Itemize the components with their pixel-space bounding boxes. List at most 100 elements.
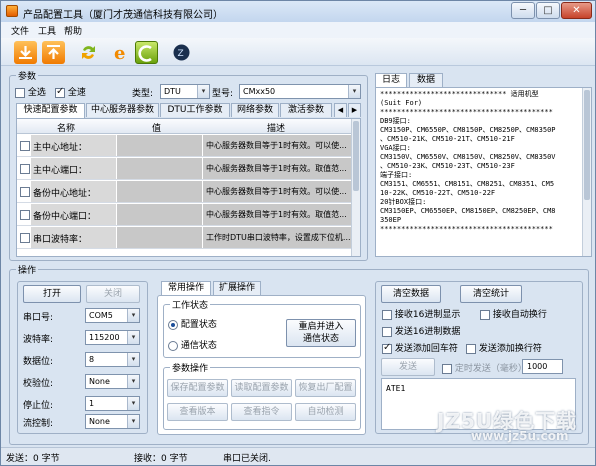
chevron-down-icon: ▾ bbox=[127, 397, 139, 410]
comm-state-radio[interactable]: 通信状态 bbox=[168, 338, 217, 351]
row-value[interactable] bbox=[117, 227, 202, 248]
log-line: 350EP bbox=[380, 216, 402, 224]
tab-scroll-left[interactable]: ◀ bbox=[334, 103, 347, 117]
log-line: DB9接口: bbox=[380, 117, 411, 125]
flow-select[interactable]: None ▾ bbox=[85, 414, 140, 429]
clear-stats-button[interactable]: 清空统计 bbox=[460, 285, 522, 303]
row-name: 串口波特率： bbox=[31, 227, 116, 248]
chevron-down-icon: ▾ bbox=[197, 85, 209, 98]
grid-scrollbar[interactable] bbox=[351, 119, 360, 256]
ie-icon[interactable]: e bbox=[109, 41, 132, 64]
clear-data-button[interactable]: 清空数据 bbox=[381, 285, 441, 303]
tab-network[interactable]: 网络参数 bbox=[231, 103, 279, 117]
close-port-button[interactable]: 关闭 bbox=[86, 285, 140, 303]
status-sent: 发送：0 字节 bbox=[6, 454, 60, 464]
tab-center-server[interactable]: 中心服务器参数 bbox=[86, 103, 159, 117]
svg-text:Z: Z bbox=[178, 49, 184, 59]
row-value[interactable] bbox=[117, 204, 202, 225]
col-value: 值 bbox=[152, 124, 162, 134]
svg-text:e: e bbox=[114, 43, 125, 64]
hex-recv-label: 接收16进制显示 bbox=[394, 310, 461, 320]
table-row[interactable]: 备份中心地址： 中心服务器数目等于1时有效。可以使... bbox=[17, 181, 353, 203]
read-config-button[interactable]: 读取配置参数 bbox=[231, 379, 292, 397]
log-panel[interactable]: ****************************** 适用机型 (Sui… bbox=[375, 87, 592, 257]
tab-log[interactable]: 日志 bbox=[375, 73, 407, 88]
active-mode-icon[interactable] bbox=[135, 41, 158, 64]
row-value[interactable] bbox=[117, 158, 202, 179]
restart-comm-button[interactable]: 重启并进入 通信状态 bbox=[286, 319, 356, 347]
row-checkbox[interactable] bbox=[20, 141, 30, 151]
row-checkbox[interactable] bbox=[20, 210, 30, 220]
hex-send-checkbox[interactable]: 发送16进制数据 bbox=[382, 324, 460, 337]
close-button[interactable]: ✕ bbox=[561, 2, 592, 19]
menu-bar: 文件 工具 帮助 bbox=[1, 22, 595, 38]
about-icon[interactable]: Z bbox=[170, 41, 193, 64]
model-select[interactable]: CMxx50 ▾ bbox=[239, 84, 361, 99]
chevron-down-icon: ▾ bbox=[127, 415, 139, 428]
save-config-button[interactable]: 保存配置参数 bbox=[167, 379, 228, 397]
port-select[interactable]: COM5 ▾ bbox=[85, 308, 140, 323]
log-line: ****************************************… bbox=[380, 225, 553, 233]
row-value[interactable] bbox=[117, 181, 202, 202]
select-all-checkbox[interactable]: 全选 bbox=[15, 85, 46, 98]
import-icon[interactable] bbox=[14, 41, 37, 64]
table-row[interactable]: 串口波特率： 工作时DTU串口波特率，设置成下位机... bbox=[17, 227, 353, 249]
type-value: DTU bbox=[164, 87, 181, 96]
tab-common-ops[interactable]: 常用操作 bbox=[161, 281, 211, 296]
minimize-button[interactable]: ─ bbox=[511, 2, 535, 19]
tab-scroll-right[interactable]: ▶ bbox=[348, 103, 361, 117]
parity-select[interactable]: None ▾ bbox=[85, 374, 140, 389]
add-cr-checkbox[interactable]: 发送添加回车符 bbox=[382, 341, 458, 354]
refresh-icon[interactable] bbox=[77, 41, 100, 64]
type-select[interactable]: DTU ▾ bbox=[160, 84, 210, 99]
databits-select[interactable]: 8 ▾ bbox=[85, 352, 140, 367]
row-checkbox[interactable] bbox=[20, 233, 30, 243]
log-line: 端子接口: bbox=[380, 171, 413, 179]
hex-recv-checkbox[interactable]: 接收16进制显示 bbox=[382, 307, 460, 320]
auto-detect-button[interactable]: 自动检测 bbox=[295, 403, 356, 421]
table-row[interactable]: 主中心端口： 中心服务器数目等于1时有效。取值范... bbox=[17, 158, 353, 180]
timed-send-checkbox[interactable]: 定时发送（毫秒） bbox=[442, 361, 527, 374]
tab-extended-ops[interactable]: 扩展操作 bbox=[213, 281, 261, 295]
table-row[interactable]: 备份中心端口： 中心服务器数目等于1时有效。取值范... bbox=[17, 204, 353, 226]
tab-quick-config[interactable]: 快速配置参数 bbox=[16, 103, 85, 118]
row-value[interactable] bbox=[117, 135, 202, 156]
menu-tools[interactable]: 工具 bbox=[38, 24, 56, 37]
send-button[interactable]: 发送 bbox=[381, 358, 435, 376]
flow-label: 流控制: bbox=[23, 419, 54, 429]
export-icon[interactable] bbox=[42, 41, 65, 64]
params-grid: 名称 值 描述 主中心地址： 中心服务器数目等于1时有效。可以使... 主中心端… bbox=[16, 118, 361, 257]
add-lf-checkbox[interactable]: 发送添加换行符 bbox=[466, 341, 542, 354]
timed-send-label: 定时发送（毫秒） bbox=[454, 364, 527, 374]
restart-btn-line2: 通信状态 bbox=[302, 334, 339, 344]
menu-file[interactable]: 文件 bbox=[11, 24, 29, 37]
tab-activation[interactable]: 激活参数 bbox=[280, 103, 332, 117]
tab-data[interactable]: 数据 bbox=[409, 73, 443, 87]
table-row[interactable]: 主中心地址： 中心服务器数目等于1时有效。可以使... bbox=[17, 135, 353, 157]
menu-help[interactable]: 帮助 bbox=[64, 24, 82, 37]
tab-dtu-work[interactable]: DTU工作参数 bbox=[160, 103, 230, 117]
row-name: 主中心地址： bbox=[31, 135, 116, 156]
view-version-button[interactable]: 查看版本 bbox=[167, 403, 228, 421]
restart-btn-line1: 重启并进入 bbox=[298, 322, 344, 332]
factory-reset-button[interactable]: 恢复出厂配置 bbox=[295, 379, 356, 397]
log-line: VGA接口: bbox=[380, 144, 411, 152]
timed-interval-input[interactable]: 1000 bbox=[522, 359, 563, 374]
stopbits-label: 停止位: bbox=[23, 401, 54, 411]
baud-select[interactable]: 115200 ▾ bbox=[85, 330, 140, 345]
config-state-radio[interactable]: 配置状态 bbox=[168, 317, 217, 330]
auto-wrap-checkbox[interactable]: 接收自动换行 bbox=[480, 307, 547, 320]
view-commands-button[interactable]: 查看指令 bbox=[231, 403, 292, 421]
full-speed-checkbox[interactable]: 全速 bbox=[55, 85, 86, 98]
log-scrollbar[interactable] bbox=[582, 88, 591, 256]
row-checkbox[interactable] bbox=[20, 164, 30, 174]
log-line: CM3151、CM6551、CM8151、CM8251、CM8351、CM5 bbox=[380, 180, 555, 188]
row-desc: 工作时DTU串口波特率，设置成下位机... bbox=[203, 227, 353, 248]
port-label: 串口号: bbox=[23, 313, 54, 323]
row-checkbox[interactable] bbox=[20, 187, 30, 197]
open-port-button[interactable]: 打开 bbox=[23, 285, 81, 303]
log-line: 10-22K、CM510-22T、CM510-22F bbox=[380, 189, 496, 197]
parity-value: None bbox=[89, 377, 110, 386]
maximize-button[interactable]: □ bbox=[536, 2, 560, 19]
stopbits-select[interactable]: 1 ▾ bbox=[85, 396, 140, 411]
